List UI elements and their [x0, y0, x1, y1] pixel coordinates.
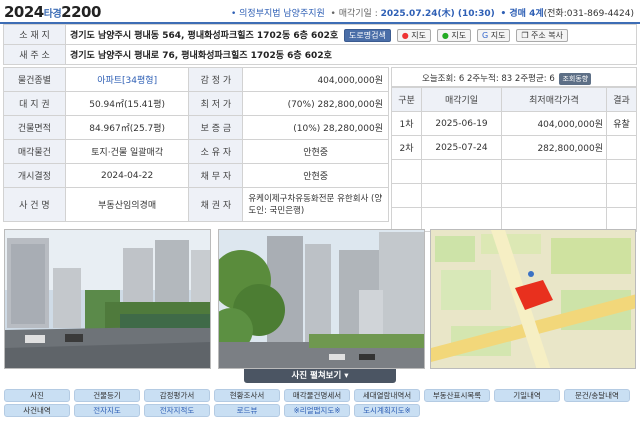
nav-survey[interactable]: 현황조사서	[214, 389, 280, 402]
map-button-2[interactable]: ● 지도	[436, 28, 472, 42]
debtor-name: 안현중	[242, 163, 389, 188]
details-table: 물건종별 아파트[34평형] 감 정 가 404,000,000원 대 지 권 …	[3, 67, 389, 222]
location-address: 경기도 남양주시 평내동 564, 평내화성파크힐즈 1702동 6층 602호	[70, 30, 339, 41]
nav-building-register[interactable]: 건물등기	[74, 389, 140, 402]
nav-date-history[interactable]: 기일내역	[494, 389, 560, 402]
map-icon: ●	[441, 30, 449, 40]
address-table: 소 재 지 경기도 남양주시 평내동 564, 평내화성파크힐즈 1702동 6…	[3, 24, 637, 65]
table-row: 1차 2025-06-19 404,000,000원 유찰	[391, 111, 637, 136]
building-photo[interactable]	[218, 229, 425, 369]
case-header: 2024타경2200 • 의정부지법 남양주지원 • 매각기일 : 2025.0…	[0, 0, 640, 24]
street-photo[interactable]	[4, 229, 211, 369]
detail-row: 대 지 권 50.94㎡(15.41평) 최 저 가 (70%) 282,800…	[3, 91, 389, 116]
history-header: 매각기일	[421, 87, 502, 112]
nav-buttons: 사진 건물등기 감정평가서 현황조사서 매각물건명세서 세대열람내역서 부동산표…	[4, 389, 636, 419]
nav-appraisal[interactable]: 감정평가서	[144, 389, 210, 402]
nav-photo[interactable]: 사진	[4, 389, 70, 402]
nav-sale-statement[interactable]: 매각물건명세서	[284, 389, 350, 402]
nav-documents[interactable]: 문건/송달내역	[564, 389, 630, 402]
table-row	[391, 183, 637, 208]
map-image	[431, 230, 635, 368]
sale-history-table: 구분 매각기일 최저매각가격 결과 1차 2025-06-19 404,000,…	[391, 87, 637, 232]
detail-row: 물건종별 아파트[34평형] 감 정 가 404,000,000원	[3, 67, 389, 92]
nav-property-list[interactable]: 부동산표시목록	[424, 389, 490, 402]
map-button-3[interactable]: G 지도	[476, 28, 511, 42]
copy-address-button[interactable]: ❐ 주소 복사	[516, 28, 569, 42]
dept-phone: (전화:031-869-4424)	[543, 9, 634, 19]
view-stats: 오늘조회: 6 2주누적: 83 2주평균: 6 조회동향	[391, 67, 637, 87]
minimum-price: (70%) 282,800,000원	[242, 91, 389, 116]
owner-name: 안현중	[242, 139, 389, 164]
map-icon: ●	[401, 30, 409, 40]
table-row	[391, 207, 637, 232]
location-cell: 경기도 남양주시 평내동 564, 평내화성파크힐즈 1702동 6층 602호…	[65, 24, 637, 45]
nav-cadastral-map[interactable]: 전자지적도	[144, 404, 210, 417]
location-label: 소 재 지	[3, 24, 66, 45]
creditor-name: 유케이제구차유동화전문 유한회사 (양도인: 국민은행)	[242, 187, 389, 222]
auction-dept: • 경매 4계	[500, 9, 544, 19]
nav-e-map[interactable]: 전자지도	[74, 404, 140, 417]
location-map[interactable]	[430, 229, 636, 369]
detail-row: 사 건 명 부동산임의경매 채 권 자 유케이제구차유동화전문 유한회사 (양도…	[3, 187, 389, 222]
appraisal-value: 404,000,000원	[242, 67, 389, 92]
new-address-cell: 경기도 남양주시 평내로 76, 평내화성파크힐즈 1702동 6층 602호	[65, 44, 637, 65]
view-trend-button[interactable]: 조회동향	[559, 73, 592, 85]
sale-date: 2025.07.24(木) (10:30)	[380, 9, 495, 19]
new-address: 경기도 남양주시 평내로 76, 평내화성파크힐즈 1702동 6층 602호	[70, 51, 332, 61]
road-name-search-button[interactable]: 도로명검색	[344, 28, 391, 42]
detail-row: 건물면적 84.967㎡(25.7평) 보 증 금 (10%) 28,280,0…	[3, 115, 389, 140]
detail-row: 매각물건 토지·건물 일괄매각 소 유 자 안현중	[3, 139, 389, 164]
deposit-value: (10%) 28,280,000원	[242, 115, 389, 140]
new-address-label: 새 주 소	[3, 44, 66, 65]
nav-roadview[interactable]: 로드뷰	[214, 404, 280, 417]
nav-urban-plan-map[interactable]: 도시계획지도※	[354, 404, 420, 417]
nav-household[interactable]: 세대열람내역서	[354, 389, 420, 402]
table-row	[391, 159, 637, 184]
copy-icon: ❐	[521, 30, 529, 40]
table-row: 2차 2025-07-24 282,800,000원	[391, 135, 637, 160]
building-photo-image	[219, 230, 424, 368]
history-header: 결과	[606, 87, 637, 112]
property-type-link[interactable]: 아파트[34평형]	[64, 67, 190, 92]
case-info: • 의정부지법 남양주지원 • 매각기일 : 2025.07.24(木) (10…	[231, 6, 634, 19]
map-button-1[interactable]: ● 지도	[396, 28, 431, 42]
history-header: 최저매각가격	[501, 87, 607, 112]
sale-date-label: • 매각기일 :	[330, 9, 381, 19]
case-number: 2024타경2200	[4, 3, 101, 21]
photo-expand-button[interactable]: 사진 펼쳐보기 ▾	[244, 369, 396, 383]
court-name: • 의정부지법 남양주지원	[230, 9, 325, 19]
nav-realmap[interactable]: ※리얼맵지도※	[284, 404, 350, 417]
street-photo-image	[5, 230, 210, 368]
nav-case-history[interactable]: 사건내역	[4, 404, 70, 417]
detail-row: 개시결정 2024-04-22 채 무 자 안현중	[3, 163, 389, 188]
google-icon: G	[481, 30, 489, 40]
view-counts: 오늘조회: 6 2주누적: 83 2주평균: 6	[422, 74, 555, 84]
history-header: 구분	[391, 87, 422, 112]
